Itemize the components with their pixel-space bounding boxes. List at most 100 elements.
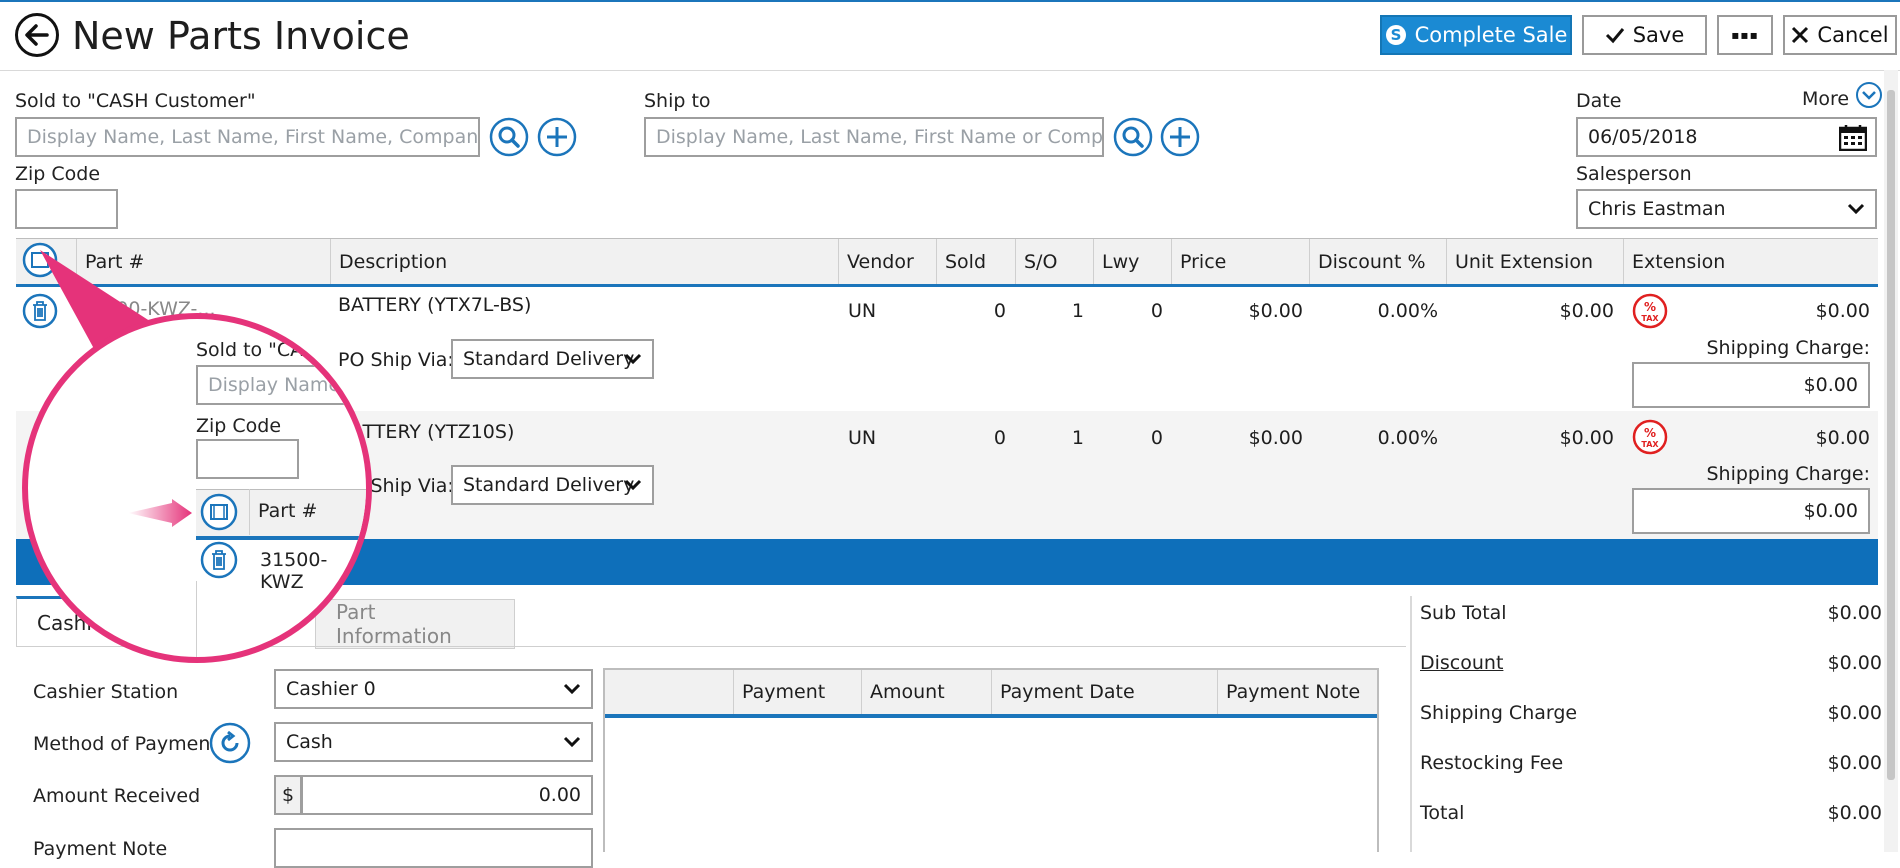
svg-text:S: S	[1390, 26, 1401, 44]
salesperson-label: Salesperson	[1576, 163, 1692, 185]
cashier-station-label: Cashier Station	[33, 681, 179, 703]
zoom-part-value: 31500-KWZ	[260, 549, 328, 593]
col-description[interactable]: Description	[330, 239, 838, 284]
calendar-icon[interactable]	[1839, 125, 1867, 151]
zoom-zip-label: Zip Code	[196, 415, 282, 437]
chevron-down-icon	[624, 353, 642, 365]
tab-part-information[interactable]: Part Information	[315, 599, 515, 649]
salesperson-select[interactable]: Chris Eastman	[1576, 189, 1877, 229]
zip-code-label: Zip Code	[15, 163, 101, 185]
col-payment-date[interactable]: Payment Date	[991, 670, 1217, 714]
close-icon	[1792, 26, 1809, 44]
discount-link[interactable]: Discount	[1420, 652, 1503, 674]
col-lwy[interactable]: Lwy	[1093, 239, 1171, 284]
col-payment[interactable]: Payment	[733, 670, 861, 714]
svg-text:TAX: TAX	[1641, 314, 1659, 323]
row1-vendor: UN	[848, 300, 877, 322]
zoom-header-divider	[249, 489, 250, 535]
cancel-label: Cancel	[1817, 23, 1889, 47]
svg-text:TAX: TAX	[1641, 440, 1659, 449]
tax-icon[interactable]: % TAX	[1632, 419, 1668, 455]
total-value: $0.00	[1827, 802, 1882, 824]
col-extension[interactable]: Extension	[1623, 239, 1878, 284]
search-ship-to-icon[interactable]	[1113, 117, 1153, 157]
salesperson-value: Chris Eastman	[1588, 198, 1726, 220]
sub-total-value: $0.00	[1827, 602, 1882, 624]
payments-table-header: Payment Amount Payment Date Payment Note	[605, 670, 1377, 718]
col-price[interactable]: Price	[1171, 239, 1309, 284]
add-ship-to-icon[interactable]	[1160, 117, 1200, 157]
amount-received-input[interactable]: 0.00	[301, 775, 593, 815]
more-label[interactable]: More	[1802, 88, 1849, 110]
zoom-trash-icon	[200, 541, 238, 579]
add-customer-icon[interactable]	[537, 117, 577, 157]
col-unit-extension[interactable]: Unit Extension	[1446, 239, 1623, 284]
more-options-button[interactable]: ▪▪▪	[1717, 15, 1773, 55]
amount-received-label: Amount Received	[33, 785, 201, 807]
col-sold[interactable]: Sold	[936, 239, 1015, 284]
date-input[interactable]: 06/05/2018	[1576, 117, 1877, 157]
payment-note-input[interactable]	[274, 828, 593, 868]
ship-to-label: Ship to	[644, 90, 711, 112]
sold-to-input[interactable]: Display Name, Last Name, First Name, Com…	[15, 117, 480, 157]
row2-po-ship-via-select[interactable]: Standard Delivery	[451, 465, 654, 505]
row2-shipping-charge-input[interactable]: $0.00	[1632, 488, 1870, 534]
method-of-payment-label: Method of Payment	[33, 733, 218, 755]
row1-extension: $0.00	[1815, 300, 1870, 322]
col-so[interactable]: S/O	[1015, 239, 1093, 284]
row1-sold: 0	[993, 300, 1006, 322]
date-label: Date	[1576, 90, 1622, 112]
method-of-payment-select[interactable]: Cash	[274, 722, 593, 762]
refresh-icon[interactable]	[209, 722, 251, 764]
page-title: New Parts Invoice	[72, 14, 410, 58]
chevron-down-icon	[624, 479, 642, 491]
dollar-icon: S	[1385, 25, 1406, 45]
row2-discount: 0.00%	[1377, 427, 1438, 449]
ship-to-input[interactable]: Display Name, Last Name, First Name or C…	[644, 117, 1104, 157]
save-button[interactable]: Save	[1582, 15, 1707, 55]
col-discount[interactable]: Discount %	[1309, 239, 1446, 284]
row1-po-ship-via-select[interactable]: Standard Delivery	[451, 339, 654, 379]
discount-value: $0.00	[1827, 652, 1882, 674]
zoom-select-columns-icon	[200, 493, 238, 531]
shipping-charge-value: $0.00	[1827, 702, 1882, 724]
complete-sale-button[interactable]: S Complete Sale	[1380, 15, 1572, 55]
chevron-down-icon	[1847, 203, 1865, 215]
tax-icon[interactable]: % TAX	[1632, 293, 1668, 329]
sold-to-label: Sold to "CASH Customer"	[15, 90, 256, 112]
zip-code-input[interactable]	[15, 189, 118, 229]
col-amount[interactable]: Amount	[861, 670, 991, 714]
method-of-payment-value: Cash	[286, 731, 333, 753]
save-label: Save	[1632, 23, 1685, 47]
complete-sale-label: Complete Sale	[1414, 23, 1568, 47]
svg-text:%: %	[1644, 426, 1656, 440]
row1-po-ship-via-value: Standard Delivery	[463, 348, 635, 370]
total-label: Total	[1420, 802, 1465, 824]
row2-extension: $0.00	[1815, 427, 1870, 449]
scrollbar-thumb[interactable]	[1887, 90, 1895, 780]
row1-unit-extension: $0.00	[1559, 300, 1614, 322]
search-customer-icon[interactable]	[489, 117, 529, 157]
payments-select-column	[605, 670, 733, 714]
cashier-station-value: Cashier 0	[286, 678, 376, 700]
zoom-sold-to-input: Display Name, L	[196, 365, 366, 405]
row2-shipping-charge-label: Shipping Charge:	[1706, 463, 1870, 485]
cancel-button[interactable]: Cancel	[1783, 15, 1897, 55]
zoom-callout: Sold to "CAS Display Name, L Zip Code Pa…	[22, 313, 372, 663]
row1-shipping-charge-input[interactable]: $0.00	[1632, 362, 1870, 408]
col-payment-note[interactable]: Payment Note	[1217, 670, 1377, 714]
zoom-part-col: Part #	[258, 500, 318, 522]
ellipsis-icon: ▪▪▪	[1731, 28, 1759, 42]
row2-price: $0.00	[1248, 427, 1303, 449]
row1-price: $0.00	[1248, 300, 1303, 322]
back-arrow-icon[interactable]	[14, 12, 60, 58]
payments-table: Payment Amount Payment Date Payment Note	[603, 668, 1379, 852]
payment-note-label: Payment Note	[33, 838, 168, 860]
row1-shipping-charge-label: Shipping Charge:	[1706, 337, 1870, 359]
chevron-down-icon	[563, 736, 581, 748]
col-vendor[interactable]: Vendor	[838, 239, 936, 284]
more-chevron-icon[interactable]	[1855, 81, 1883, 109]
sub-total-label: Sub Total	[1420, 602, 1507, 624]
cashier-station-select[interactable]: Cashier 0	[274, 669, 593, 709]
restocking-fee-label: Restocking Fee	[1420, 752, 1564, 774]
